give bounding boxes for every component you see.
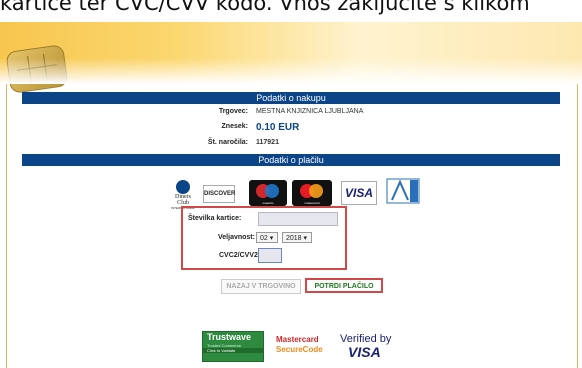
cvc-input[interactable] [258,248,282,263]
expiry-label: Veljavnost: [218,234,255,241]
amex-logo [386,178,420,204]
back-to-shop-button[interactable]: NAZAJ V TRGOVINO [221,279,301,294]
expiry-month-select[interactable]: 02 ▾ [256,232,278,243]
header-banner [0,22,582,94]
discover-logo: DISCOVER [203,185,235,203]
maestro-logo: maestro [249,180,287,206]
instruction-text: kartice ter CVC/CVV kodo. Vnos zaključit… [0,0,530,15]
expiry-year-select[interactable]: 2018 ▾ [282,232,312,243]
payment-section-header: Podatki o plačilu [22,154,560,166]
card-number-input[interactable] [258,212,338,226]
mastercard-logo: mastercard [292,180,332,206]
visa-logo: VISA [341,181,377,205]
purchase-section-header: Podatki o nakupu [22,92,560,104]
diners-club-logo: Diners Club INTERNATIONAL [170,180,196,210]
verified-by-visa-badge: Verified by VISA [340,333,392,360]
amount-label: Znesek: [221,123,248,130]
card-number-label: Številka kartice: [188,215,242,222]
mastercard-securecode-badge: Mastercard SecureCode [276,335,323,354]
merchant-label: Trgovec: [218,108,248,115]
cvc-label: CVC2/CVV2: [219,252,261,259]
amex-icon [386,178,420,204]
trustwave-badge[interactable]: Trustwave Trusted Commerce Click to Vali… [202,331,264,362]
order-label: Št. naročila: [207,139,248,146]
merchant-value: MESTNA KNJIZNICA LJUBLJANA [256,108,364,115]
amount-value: 0.10 EUR [256,122,300,133]
confirm-payment-button[interactable]: POTRDI PLAČILO [305,278,383,293]
order-value: 117921 [256,139,279,146]
